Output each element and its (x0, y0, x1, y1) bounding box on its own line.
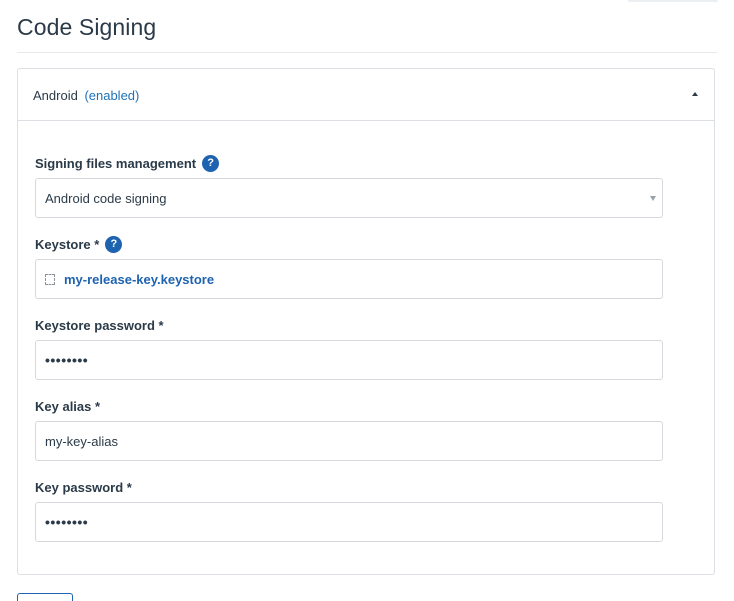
panel-title-text: Android (33, 88, 78, 103)
key-alias-field: Key alias * my-key-alias (35, 397, 663, 461)
signing-files-field: Signing files management ? Android code … (35, 154, 663, 218)
signing-files-value: Android code signing (45, 190, 167, 206)
keystore-file-link[interactable]: my-release-key.keystore (64, 272, 214, 287)
page-title: Code Signing (17, 14, 157, 40)
key-password-field: Key password * •••••••• (35, 478, 663, 542)
chevron-down-icon (650, 196, 656, 201)
signing-files-label-text: Signing files management (35, 155, 197, 171)
key-password-label-text: Key password * (35, 479, 132, 495)
key-password-input[interactable]: •••••••• (35, 502, 663, 542)
keystore-field: Keystore * ? my-release-key.keystore (35, 235, 663, 299)
keystore-label: Keystore * ? (35, 235, 663, 253)
panel-status: (enabled) (84, 88, 140, 103)
key-alias-label: Key alias * (35, 397, 663, 415)
keystore-password-label: Keystore password * (35, 316, 663, 334)
signing-files-select[interactable]: Android code signing (35, 178, 663, 218)
keystore-password-value: •••••••• (45, 352, 89, 368)
bottom-button[interactable] (17, 593, 73, 601)
file-icon (45, 273, 55, 285)
key-password-value: •••••••• (45, 514, 89, 530)
key-password-label: Key password * (35, 478, 663, 496)
key-alias-value: my-key-alias (45, 433, 118, 449)
panel-title: Android (enabled) (33, 88, 139, 103)
keystore-file-input[interactable]: my-release-key.keystore (35, 259, 663, 299)
top-tab (628, 0, 718, 2)
keystore-label-text: Keystore * (35, 236, 100, 252)
key-alias-input[interactable]: my-key-alias (35, 421, 663, 461)
help-icon[interactable]: ? (105, 235, 123, 253)
keystore-password-label-text: Keystore password * (35, 317, 164, 333)
keystore-password-field: Keystore password * •••••••• (35, 316, 663, 380)
key-alias-label-text: Key alias * (35, 398, 101, 414)
android-panel-header[interactable]: Android (enabled) (18, 69, 714, 121)
signing-files-label: Signing files management ? (35, 154, 663, 172)
help-icon[interactable]: ? (202, 154, 220, 172)
chevron-up-icon[interactable] (692, 92, 698, 96)
keystore-password-input[interactable]: •••••••• (35, 340, 663, 380)
title-divider (17, 52, 717, 53)
